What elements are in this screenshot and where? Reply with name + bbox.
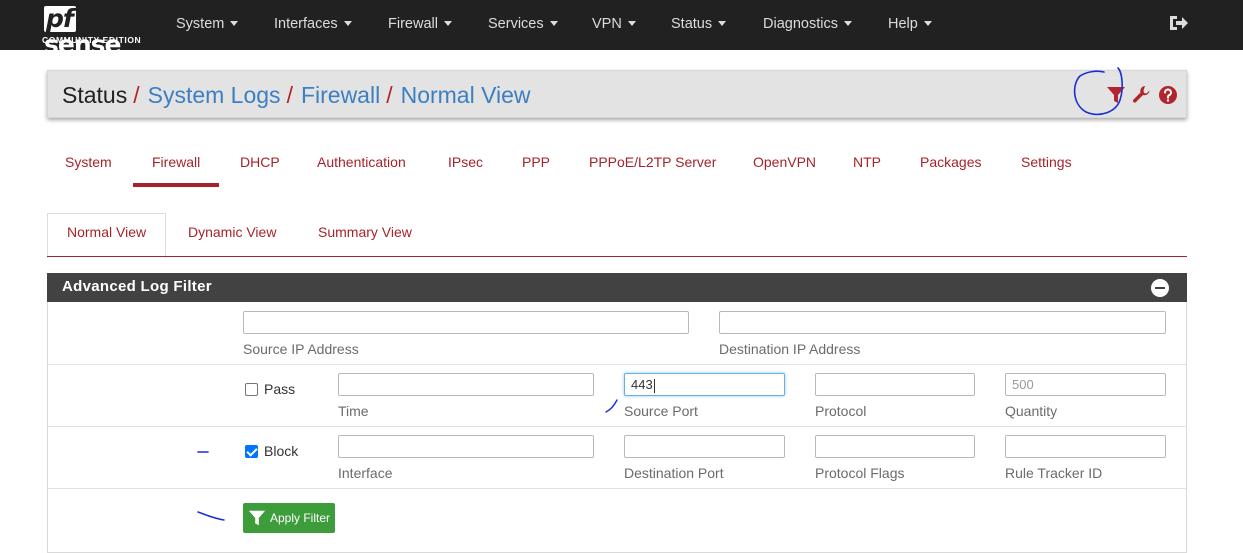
tab-ppp[interactable]: PPP bbox=[522, 152, 550, 172]
nav-menu-system[interactable]: System bbox=[176, 14, 239, 34]
nav-label: Status bbox=[671, 16, 713, 32]
caret-down-icon bbox=[230, 20, 239, 26]
row-divider bbox=[48, 488, 1186, 489]
logo-edition: COMMUNITY EDITION bbox=[42, 35, 142, 45]
tab-dhcp[interactable]: DHCP bbox=[240, 152, 280, 172]
breadcrumb-actions bbox=[1098, 79, 1188, 113]
filter-icon bbox=[248, 510, 266, 526]
active-tab-indicator bbox=[133, 183, 219, 187]
tab-pppoe-l2tp-server[interactable]: PPPoE/L2TP Server bbox=[589, 152, 716, 172]
view-tab-summary[interactable]: Summary View bbox=[318, 222, 412, 242]
destination-ip-label: Destination IP Address bbox=[719, 341, 861, 357]
interface-input[interactable] bbox=[338, 435, 594, 458]
caret-down-icon bbox=[549, 20, 558, 26]
nav-menu-firewall[interactable]: Firewall bbox=[388, 14, 452, 34]
nav-menu-diagnostics[interactable]: Diagnostics bbox=[763, 14, 852, 34]
help-icon[interactable] bbox=[1158, 85, 1178, 105]
nav-menu-status[interactable]: Status bbox=[671, 14, 727, 34]
caret-down-icon bbox=[718, 20, 727, 26]
apply-filter-button[interactable]: Apply Filter bbox=[243, 503, 335, 533]
collapse-panel-icon[interactable] bbox=[1151, 279, 1169, 297]
tab-openvpn[interactable]: OpenVPN bbox=[753, 152, 816, 172]
caret-down-icon bbox=[843, 20, 852, 26]
tab-firewall[interactable]: Firewall bbox=[152, 152, 200, 172]
breadcrumb: Status / System Logs / Firewall / Normal View bbox=[62, 81, 531, 109]
view-tab-dynamic[interactable]: Dynamic View bbox=[188, 222, 276, 242]
block-label: Block bbox=[264, 443, 299, 459]
breadcrumb-normal-view[interactable]: Normal View bbox=[401, 82, 531, 108]
pass-checkbox[interactable] bbox=[245, 383, 258, 396]
breadcrumb-separator: / bbox=[286, 82, 293, 108]
nav-label: Diagnostics bbox=[763, 16, 838, 32]
nav-label: Services bbox=[488, 16, 544, 32]
nav-menu-services[interactable]: Services bbox=[488, 14, 558, 34]
source-ip-input[interactable] bbox=[243, 311, 689, 334]
nav-label: Help bbox=[888, 16, 918, 32]
logo-pf: pf bbox=[44, 6, 76, 32]
tab-settings[interactable]: Settings bbox=[1021, 152, 1072, 172]
block-checkbox[interactable] bbox=[245, 445, 258, 458]
breadcrumb-separator: / bbox=[386, 82, 393, 108]
destination-port-input[interactable] bbox=[624, 435, 785, 458]
top-navbar: pfsense COMMUNITY EDITION System Interfa… bbox=[0, 0, 1243, 58]
breadcrumb-bar: Status / System Logs / Firewall / Normal View bbox=[47, 70, 1187, 118]
source-port-value: 443 bbox=[631, 377, 653, 392]
breadcrumb-root: Status bbox=[62, 82, 128, 108]
nav-label: Firewall bbox=[388, 16, 438, 32]
source-port-label: Source Port bbox=[624, 403, 698, 419]
view-tab-normal[interactable]: Normal View bbox=[67, 222, 146, 242]
tab-authentication[interactable]: Authentication bbox=[317, 152, 406, 172]
filter-icon[interactable] bbox=[1106, 85, 1126, 105]
nav-menu-interfaces[interactable]: Interfaces bbox=[274, 14, 352, 34]
view-tabs-divider bbox=[47, 256, 1187, 257]
nav-label: System bbox=[176, 16, 225, 32]
caret-down-icon bbox=[627, 20, 636, 26]
protocol-flags-input[interactable] bbox=[815, 435, 975, 458]
pass-label: Pass bbox=[264, 381, 296, 397]
destination-port-label: Destination Port bbox=[624, 465, 724, 481]
apply-filter-label: Apply Filter bbox=[270, 511, 331, 525]
panel-header: Advanced Log Filter bbox=[47, 273, 1187, 302]
time-input[interactable] bbox=[338, 373, 594, 396]
tab-ntp[interactable]: NTP bbox=[853, 152, 881, 172]
sign-out-icon[interactable] bbox=[1168, 13, 1188, 33]
text-cursor bbox=[653, 378, 655, 393]
nav-label: VPN bbox=[592, 16, 622, 32]
nav-menu-help[interactable]: Help bbox=[888, 14, 932, 34]
caret-down-icon bbox=[443, 20, 452, 26]
nav-label: Interfaces bbox=[274, 16, 338, 32]
tab-ipsec[interactable]: IPsec bbox=[448, 152, 483, 172]
row-divider bbox=[48, 426, 1186, 427]
quantity-label: Quantity bbox=[1005, 403, 1058, 419]
protocol-label: Protocol bbox=[815, 403, 867, 419]
breadcrumb-system-logs[interactable]: System Logs bbox=[148, 82, 281, 108]
source-ip-label: Source IP Address bbox=[243, 341, 359, 357]
logo-wordmark: pfsense bbox=[44, 6, 152, 58]
breadcrumb-separator: / bbox=[133, 82, 140, 108]
interface-label: Interface bbox=[338, 465, 393, 481]
protocol-flags-label: Protocol Flags bbox=[815, 465, 905, 481]
destination-ip-input[interactable] bbox=[719, 311, 1166, 334]
protocol-input[interactable] bbox=[815, 373, 975, 396]
quantity-input[interactable]: 500 bbox=[1005, 373, 1166, 396]
time-label: Time bbox=[338, 403, 369, 419]
rule-tracker-id-label: Rule Tracker ID bbox=[1005, 465, 1103, 481]
tab-system[interactable]: System bbox=[65, 152, 112, 172]
panel-title: Advanced Log Filter bbox=[62, 278, 212, 295]
wrench-icon[interactable] bbox=[1132, 85, 1152, 105]
row-divider bbox=[48, 364, 1186, 365]
nav-menu-vpn[interactable]: VPN bbox=[592, 14, 636, 34]
caret-down-icon bbox=[923, 20, 932, 26]
breadcrumb-firewall[interactable]: Firewall bbox=[301, 82, 380, 108]
caret-down-icon bbox=[343, 20, 352, 26]
rule-tracker-id-input[interactable] bbox=[1005, 435, 1166, 458]
tab-packages[interactable]: Packages bbox=[920, 152, 981, 172]
pfsense-logo[interactable]: pfsense COMMUNITY EDITION bbox=[42, 4, 152, 58]
source-port-input[interactable]: 443 bbox=[624, 373, 785, 396]
